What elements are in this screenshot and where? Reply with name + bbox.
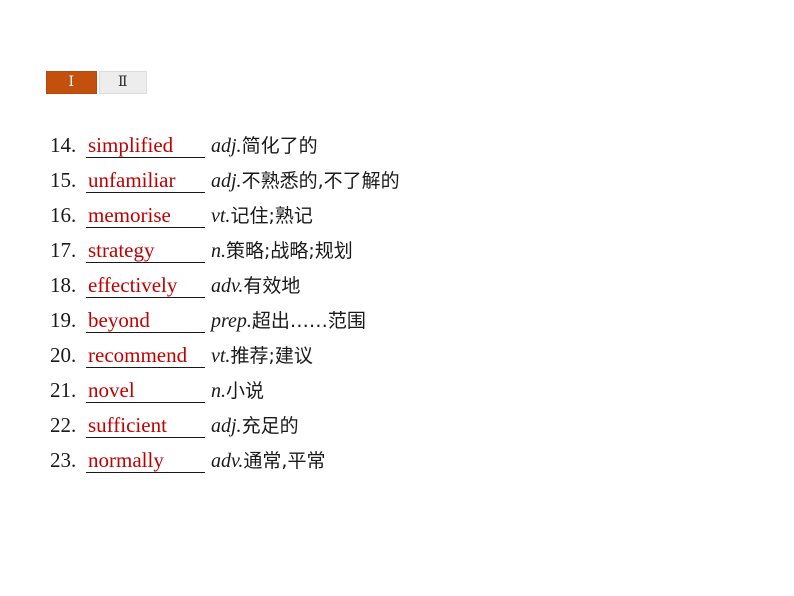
tab-bar: Ⅰ Ⅱ	[46, 71, 147, 94]
vocabulary-row: 20. recommend vt.推荐;建议	[50, 342, 750, 377]
part-of-speech: vt.	[211, 205, 231, 227]
meaning-text: 充足的	[241, 415, 299, 437]
answer-word: novel	[88, 378, 135, 402]
tab-one[interactable]: Ⅰ	[46, 71, 97, 94]
answer-word: beyond	[88, 308, 150, 332]
answer-blank[interactable]: recommend	[86, 342, 205, 368]
definition: adv.通常,平常	[205, 451, 325, 471]
vocabulary-row: 19. beyond prep.超出……范围	[50, 307, 750, 342]
part-of-speech: vt.	[211, 345, 231, 367]
meaning-text: 超出……范围	[251, 310, 366, 332]
part-of-speech: adj.	[211, 170, 242, 192]
answer-word: sufficient	[88, 413, 167, 437]
definition: adj.简化了的	[205, 136, 318, 156]
meaning-text: 不熟悉的,不了解的	[241, 170, 400, 192]
meaning-text: 记住;熟记	[230, 205, 313, 227]
row-number: 20.	[50, 343, 77, 367]
answer-blank[interactable]: sufficient	[86, 412, 205, 438]
part-of-speech: n.	[211, 240, 226, 262]
part-of-speech: n.	[211, 380, 226, 402]
row-number: 18.	[50, 273, 77, 297]
vocabulary-row: 15. unfamiliar adj.不熟悉的,不了解的	[50, 167, 750, 202]
answer-blank[interactable]: beyond	[86, 307, 205, 333]
meaning-text: 推荐;建议	[230, 345, 313, 367]
meaning-text: 通常,平常	[243, 450, 326, 472]
part-of-speech: adv.	[211, 450, 244, 472]
definition: adj.不熟悉的,不了解的	[205, 171, 400, 191]
answer-word: memorise	[88, 203, 171, 227]
definition: vt.记住;熟记	[205, 206, 313, 226]
part-of-speech: adv.	[211, 275, 244, 297]
answer-word: unfamiliar	[88, 168, 176, 192]
vocabulary-list: 14. simplified adj.简化了的 15. unfamiliar adj.不熟…	[50, 132, 750, 482]
definition: adv.有效地	[205, 276, 300, 296]
vocabulary-row: 22. sufficient adj.充足的	[50, 412, 750, 447]
answer-word: effectively	[88, 273, 178, 297]
row-number: 19.	[50, 308, 77, 332]
vocabulary-row: 14. simplified adj.简化了的	[50, 132, 750, 167]
meaning-text: 简化了的	[241, 135, 318, 157]
answer-word: simplified	[88, 133, 174, 157]
answer-blank[interactable]: simplified	[86, 132, 205, 158]
definition: adj.充足的	[205, 416, 299, 436]
answer-word: normally	[88, 448, 164, 472]
vocabulary-row: 17. strategy n.策略;战略;规划	[50, 237, 750, 272]
row-number: 22.	[50, 413, 77, 437]
part-of-speech: adj.	[211, 135, 242, 157]
meaning-text: 小说	[226, 380, 265, 402]
row-number: 14.	[50, 133, 77, 157]
vocabulary-row: 23. normally adv.通常,平常	[50, 447, 750, 482]
definition: prep.超出……范围	[205, 311, 366, 331]
part-of-speech: prep.	[211, 310, 252, 332]
definition: n.策略;战略;规划	[205, 241, 353, 261]
answer-blank[interactable]: novel	[86, 377, 205, 403]
definition: n.小说	[205, 381, 264, 401]
vocabulary-row: 18. effectively adv.有效地	[50, 272, 750, 307]
answer-blank[interactable]: normally	[86, 447, 205, 473]
row-number: 23.	[50, 448, 77, 472]
answer-blank[interactable]: unfamiliar	[86, 167, 205, 193]
definition: vt.推荐;建议	[205, 346, 313, 366]
vocabulary-row: 21. novel n.小说	[50, 377, 750, 412]
answer-word: recommend	[88, 343, 188, 367]
answer-blank[interactable]: strategy	[86, 237, 205, 263]
meaning-text: 策略;战略;规划	[226, 240, 353, 262]
part-of-speech: adj.	[211, 415, 242, 437]
row-number: 15.	[50, 168, 77, 192]
row-number: 21.	[50, 378, 77, 402]
vocabulary-row: 16. memorise vt.记住;熟记	[50, 202, 750, 237]
tab-two[interactable]: Ⅱ	[99, 71, 147, 94]
answer-blank[interactable]: effectively	[86, 272, 205, 298]
row-number: 16.	[50, 203, 77, 227]
answer-blank[interactable]: memorise	[86, 202, 205, 228]
answer-word: strategy	[88, 238, 155, 262]
meaning-text: 有效地	[243, 275, 301, 297]
row-number: 17.	[50, 238, 77, 262]
